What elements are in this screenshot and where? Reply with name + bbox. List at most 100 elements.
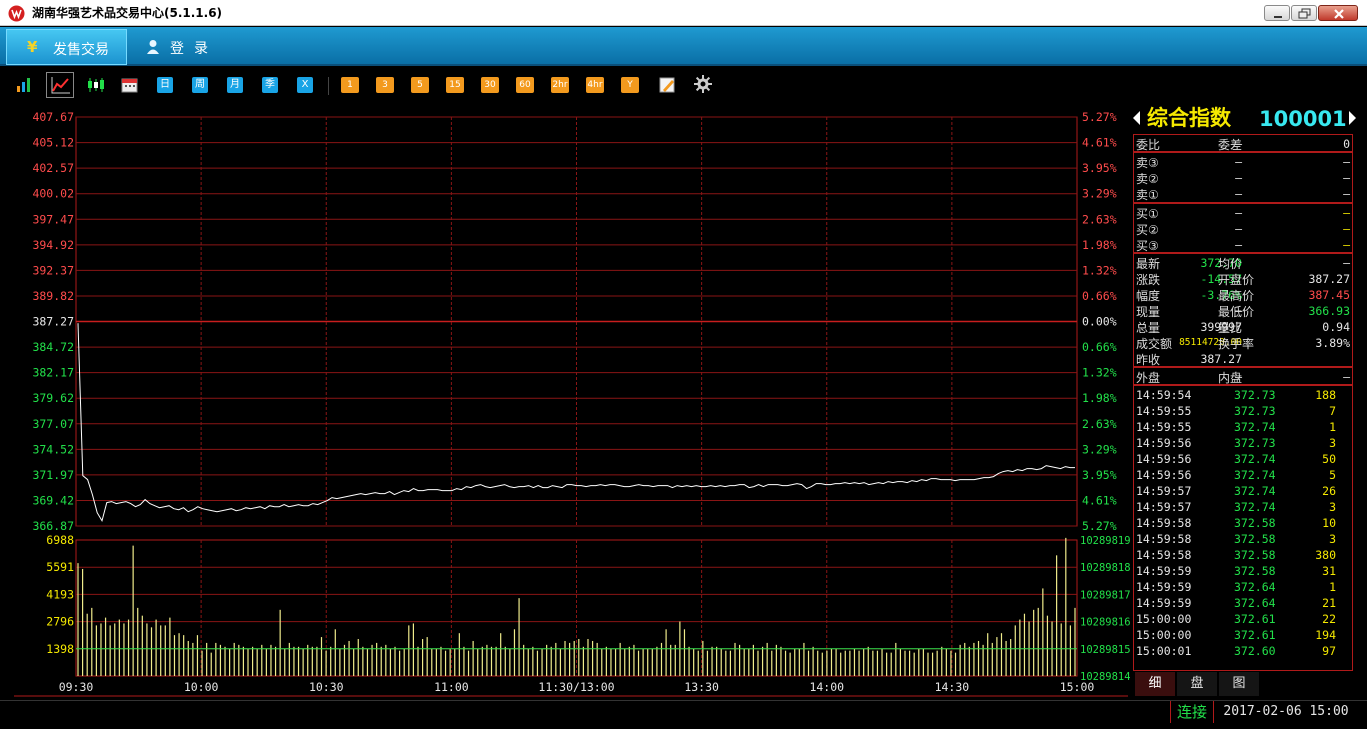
price-axis-label: 402.57 [32, 161, 74, 175]
tick-row: 14:59:58 372.58 10 [1134, 515, 1352, 531]
percent-axis-label: 0.66% [1082, 340, 1117, 354]
hour-2-button[interactable]: 2hr [551, 77, 569, 93]
time-axis-label: 15:00 [1060, 680, 1095, 694]
quote-panel: 综合指数 100001 委比 — 委差 0 卖③ — — 卖② — — 卖① — — 买① — — 买… [1131, 104, 1367, 700]
percent-axis-label: 1.98% [1082, 238, 1117, 252]
percent-axis-label: 1.32% [1082, 263, 1117, 277]
stat-label: 开盘价 [1218, 273, 1255, 287]
sell-level-price: — [1235, 155, 1242, 169]
draw-icon[interactable] [659, 77, 677, 93]
price-axis-label: 392.37 [32, 263, 74, 277]
sell-level-label: 卖② [1136, 172, 1159, 186]
intraday-chart[interactable]: 407.67 405.12 402.57 400.02 397.47 394.92 392.… [0, 104, 1130, 700]
year-button[interactable]: Y [621, 77, 639, 93]
buy-level-volume: — [1343, 238, 1350, 252]
price-axis-label: 400.02 [32, 187, 74, 201]
tick-row: 14:59:54 372.73 188 [1134, 387, 1352, 403]
tick-row: 15:00:00 372.61 194 [1134, 627, 1352, 643]
minimize-button[interactable] [1264, 5, 1290, 21]
percent-axis-label: 3.95% [1082, 468, 1117, 482]
candlestick-icon[interactable] [86, 77, 106, 93]
tick-time: 14:59:58 [1136, 548, 1192, 562]
tick-price: 372.74 [1234, 420, 1276, 434]
stat-label: 换手率 [1218, 337, 1255, 351]
minute-30-button[interactable]: 30 [481, 77, 499, 93]
tick-volume: 188 [1315, 388, 1336, 402]
stock-name: 综合指数 [1147, 106, 1231, 130]
tick-time: 14:59:58 [1136, 516, 1192, 530]
calendar-icon[interactable] [121, 77, 138, 93]
period-x-button[interactable]: X [297, 77, 313, 93]
stat-label: 最新 [1136, 257, 1161, 271]
stat-value: 0.94 [1322, 320, 1350, 334]
period-day-button[interactable]: 日 [157, 77, 173, 93]
hour-4-button[interactable]: 4hr [586, 77, 604, 93]
percent-axis-label: 0.66% [1082, 289, 1117, 303]
stat-label: 成交额 [1136, 337, 1173, 351]
time-axis-label: 09:30 [59, 680, 94, 694]
volume-right-axis-label: 10289815 [1080, 644, 1130, 656]
percent-axis-label: 1.32% [1082, 366, 1117, 380]
stat-label: 最高价 [1218, 289, 1255, 303]
tab-detail[interactable]: 细 [1135, 672, 1175, 696]
stat-value: 387.45 [1308, 288, 1350, 302]
nav-login-tab[interactable]: 登录 [140, 29, 250, 65]
tab-chart[interactable]: 图 [1219, 672, 1259, 696]
nav-bar: ¥ 发售交易 登录 [0, 27, 1367, 66]
tick-time: 15:00:00 [1136, 628, 1192, 642]
tick-time: 14:59:56 [1136, 452, 1192, 466]
minute-5-button[interactable]: 5 [411, 77, 429, 93]
tick-volume: 380 [1315, 548, 1336, 562]
period-month-button[interactable]: 月 [227, 77, 243, 93]
tick-time: 15:00:01 [1136, 644, 1192, 658]
tick-price: 372.58 [1234, 516, 1276, 530]
stock-code: 100001 [1259, 107, 1347, 131]
tick-volume: 97 [1322, 644, 1336, 658]
connection-status[interactable]: 连接 [1170, 701, 1214, 723]
outer-label: 外盘 [1136, 371, 1161, 385]
tick-row: 14:59:59 372.58 31 [1134, 563, 1352, 579]
stat-value: 387.27 [1308, 272, 1350, 286]
inner-label: 内盘 [1218, 371, 1243, 385]
price-axis-label: 407.67 [32, 110, 74, 124]
stat-label: 均价 [1218, 257, 1243, 271]
tick-list[interactable]: 14:59:54 372.73 188 14:59:55 372.73 7 14:59:55… [1133, 385, 1353, 671]
tick-volume: 3 [1329, 500, 1336, 514]
app-logo-icon [8, 5, 25, 22]
bar-chart-icon[interactable] [16, 77, 34, 93]
nav-login-label: 登录 [170, 41, 218, 57]
time-axis-label: 11:30/13:00 [538, 680, 614, 694]
minute-3-button[interactable]: 3 [376, 77, 394, 93]
tick-row: 15:00:00 372.61 22 [1134, 611, 1352, 627]
percent-axis-label: 4.61% [1082, 493, 1117, 507]
minute-60-button[interactable]: 60 [516, 77, 534, 93]
line-chart-button[interactable] [46, 72, 74, 98]
tab-board[interactable]: 盘 [1177, 672, 1217, 696]
toolbar-separator [328, 77, 329, 95]
period-quarter-button[interactable]: 季 [262, 77, 278, 93]
tick-time: 14:59:59 [1136, 580, 1192, 594]
next-stock-icon[interactable] [1349, 111, 1356, 125]
tick-volume: 50 [1322, 452, 1336, 466]
price-axis-label: 374.52 [32, 442, 74, 456]
tick-price: 372.73 [1234, 388, 1276, 402]
tick-volume: 1 [1329, 580, 1336, 594]
tick-price: 372.58 [1234, 548, 1276, 562]
tick-volume: 7 [1329, 404, 1336, 418]
nav-trade-tab[interactable]: ¥ 发售交易 [6, 29, 127, 65]
outer-inner-box: 外盘 — 内盘 — [1133, 367, 1353, 385]
close-button[interactable] [1318, 5, 1358, 21]
stat-label: 现量 [1136, 305, 1161, 319]
time-axis-label: 10:30 [309, 680, 344, 694]
tick-price: 372.64 [1234, 580, 1276, 594]
percent-axis-label: 1.98% [1082, 391, 1117, 405]
period-week-button[interactable]: 周 [192, 77, 208, 93]
gear-icon[interactable] [694, 75, 712, 93]
restore-button[interactable] [1291, 5, 1317, 21]
percent-axis-label: 3.95% [1082, 161, 1117, 175]
price-axis-label: 382.17 [32, 366, 74, 380]
order-ratio-box: 委比 — 委差 0 [1133, 134, 1353, 152]
minute-15-button[interactable]: 15 [446, 77, 464, 93]
minute-1-button[interactable]: 1 [341, 77, 359, 93]
prev-stock-icon[interactable] [1133, 111, 1140, 125]
